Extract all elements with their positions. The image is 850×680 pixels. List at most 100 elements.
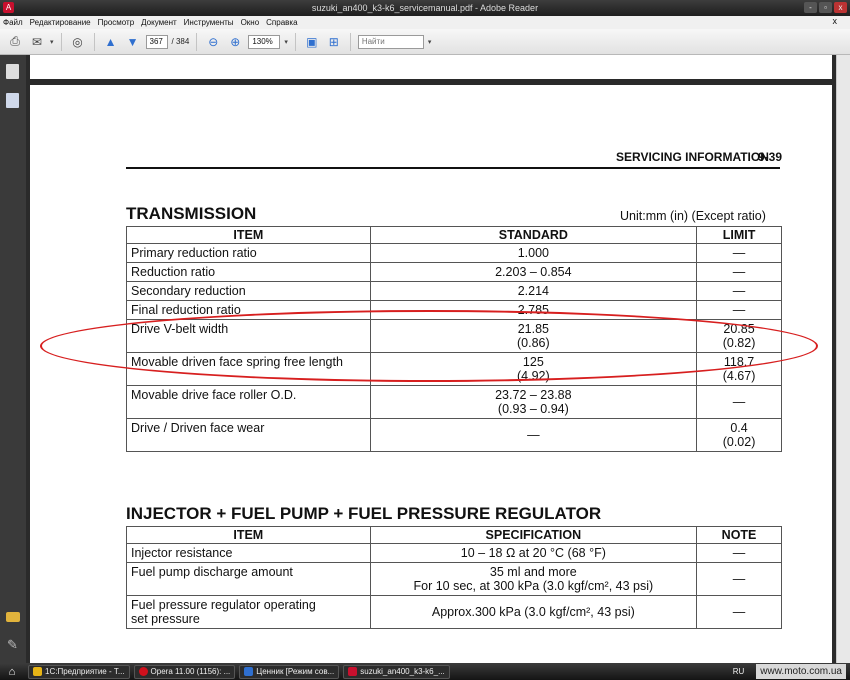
limit-imperial: (0.02) — [722, 435, 756, 449]
toolbar: ⎙ ✉ ▾ ◎ ▲ ▼ / 384 ⊖ ⊕ ▾ ▣ ⊞ ▾ — [0, 29, 850, 55]
transmission-table: ITEM STANDARD LIMIT Primary reduction ra… — [126, 226, 782, 452]
menu-file[interactable]: Файл — [3, 18, 23, 27]
close-document-button[interactable]: x — [833, 16, 838, 26]
standard-cell: 2.214 — [369, 281, 698, 301]
item-cell: Final reduction ratio — [126, 300, 371, 320]
note-cell: — — [696, 543, 782, 563]
document-view[interactable]: SERVICING INFORMATION 9-39 TRANSMISSION … — [26, 55, 836, 663]
specification-cell: 35 ml and more For 10 sec, at 300 kPa (3… — [369, 562, 698, 596]
table-row: Drive / Driven face wear — 0.4 (0.02) — [126, 418, 782, 452]
specification-cell: Approx.300 kPa (3.0 kgf/cm², 43 psi) — [369, 595, 698, 629]
item-cell: Secondary reduction — [126, 281, 371, 301]
taskbar-item-label: 1С:Предприятие - Т... — [45, 667, 125, 676]
item-cell: Movable driven face spring free length — [126, 352, 371, 386]
page-header-section: SERVICING INFORMATION — [616, 150, 769, 164]
language-indicator[interactable]: RU — [733, 667, 745, 676]
search-dropdown-icon[interactable]: ▾ — [428, 38, 432, 46]
limit-cell: — — [696, 262, 782, 282]
taskbar-item[interactable]: 1С:Предприятие - Т... — [28, 664, 130, 679]
page-number-input[interactable] — [145, 34, 168, 49]
adobe-reader-icon: A — [3, 2, 14, 13]
standard-cell: 125 (4.92) — [369, 352, 698, 386]
table-row: Drive V-belt width 21.85 (0.86) 20.85 (0… — [126, 319, 782, 353]
zoom-out-icon[interactable]: ⊖ — [204, 33, 222, 51]
table-row: Final reduction ratio 2.785 — — [126, 300, 782, 320]
maximize-button[interactable]: ▫ — [819, 2, 832, 13]
zoom-input[interactable] — [248, 34, 281, 49]
window-controls: - ▫ x — [804, 2, 847, 13]
window-title: suzuki_an400_k3-k6_servicemanual.pdf - A… — [311, 3, 539, 13]
limit-imperial: (4.67) — [722, 369, 756, 383]
fit-width-icon[interactable]: ⊞ — [325, 33, 343, 51]
note-cell: — — [696, 595, 782, 629]
menu-view[interactable]: Просмотр — [98, 18, 135, 27]
table-row: Fuel pump discharge amount 35 ml and mor… — [126, 562, 782, 596]
note-cell: — — [696, 562, 782, 596]
menu-window[interactable]: Окно — [241, 18, 260, 27]
next-page-icon[interactable]: ▼ — [124, 33, 142, 51]
limit-cell: 0.4 (0.02) — [696, 418, 782, 452]
taskbar-item[interactable]: Opera 11.00 (1156): ... — [133, 664, 236, 679]
share-dropdown-icon[interactable]: ▾ — [50, 38, 54, 46]
standard-imperial: (4.92) — [517, 369, 550, 383]
comments-panel-icon[interactable] — [6, 612, 20, 622]
column-header: STANDARD — [369, 226, 698, 244]
standard-metric: 23.72 – 23.88 — [495, 388, 572, 402]
injector-title: INJECTOR + FUEL PUMP + FUEL PRESSURE REG… — [126, 504, 602, 523]
menu-help[interactable]: Справка — [266, 18, 297, 27]
standard-cell: 2.785 — [369, 300, 698, 320]
limit-cell: — — [696, 243, 782, 263]
column-header: NOTE — [696, 526, 782, 544]
vertical-scrollbar[interactable] — [836, 55, 850, 663]
standard-imperial: (0.93 – 0.94) — [497, 402, 569, 416]
fit-page-icon[interactable]: ▣ — [303, 33, 321, 51]
system-tray: RU www.moto.com.ua — [733, 663, 850, 680]
header-rule — [126, 167, 780, 169]
adobe-reader-icon — [348, 667, 358, 676]
item-cell: Drive V-belt width — [126, 319, 371, 353]
page-header-number: 9-39 — [758, 150, 783, 164]
menu-edit[interactable]: Редактирование — [30, 18, 91, 27]
page-total: / 384 — [171, 37, 190, 46]
toolbar-divider — [196, 32, 198, 51]
search-input[interactable] — [357, 34, 424, 49]
share-icon[interactable]: ✉ — [28, 33, 46, 51]
taskbar-item-label: Ценник [Режим сов... — [256, 667, 335, 676]
item-cell: Reduction ratio — [126, 262, 371, 282]
item-cell: Movable drive face roller O.D. — [126, 385, 371, 419]
toolbar-divider — [93, 32, 95, 51]
menu-document[interactable]: Документ — [141, 18, 177, 27]
table-header-row: ITEM SPECIFICATION NOTE — [126, 526, 782, 544]
close-window-button[interactable]: x — [834, 2, 847, 13]
pages-panel-icon[interactable] — [6, 64, 19, 79]
standard-cell: 21.85 (0.86) — [369, 319, 698, 353]
zoom-dropdown-icon[interactable]: ▾ — [284, 38, 288, 46]
previous-page-edge — [30, 55, 832, 79]
pdf-page: SERVICING INFORMATION 9-39 TRANSMISSION … — [30, 85, 832, 663]
taskbar-item[interactable]: Ценник [Режим сов... — [239, 664, 340, 679]
zoom-in-icon[interactable]: ⊕ — [226, 33, 244, 51]
standard-cell: 2.203 – 0.854 — [369, 262, 698, 282]
limit-metric: 0.4 — [730, 421, 748, 435]
menu-tools[interactable]: Инструменты — [184, 18, 234, 27]
start-home-icon[interactable]: ⌂ — [0, 663, 24, 680]
transmission-unit-note: Unit:mm (in) (Except ratio) — [620, 209, 766, 223]
standard-cell: 23.72 – 23.88 (0.93 – 0.94) — [369, 385, 698, 419]
injector-table: ITEM SPECIFICATION NOTE Injector resista… — [126, 526, 782, 629]
specification-line: 35 ml and more — [489, 565, 577, 579]
item-cell: Injector resistance — [126, 543, 371, 563]
print-icon[interactable]: ⎙ — [6, 33, 24, 51]
attachments-paperclip-icon[interactable]: ✎ — [6, 637, 19, 652]
toolbar-divider — [60, 32, 62, 51]
specification-cell: 10 – 18 Ω at 20 °C (68 °F) — [369, 543, 698, 563]
minimize-button[interactable]: - — [804, 2, 817, 13]
previous-page-icon[interactable]: ▲ — [102, 33, 120, 51]
taskbar-item[interactable]: suzuki_an400_k3-k6_... — [343, 664, 450, 679]
limit-metric: 20.85 — [723, 322, 755, 336]
limit-cell: — — [696, 281, 782, 301]
specification-line: For 10 sec, at 300 kPa (3.0 kgf/cm², 43 … — [413, 579, 654, 593]
bookmarks-panel-icon[interactable] — [6, 93, 19, 108]
review-icon[interactable]: ◎ — [69, 33, 87, 51]
table-row: Movable drive face roller O.D. 23.72 – 2… — [126, 385, 782, 419]
standard-metric: 21.85 — [517, 322, 549, 336]
